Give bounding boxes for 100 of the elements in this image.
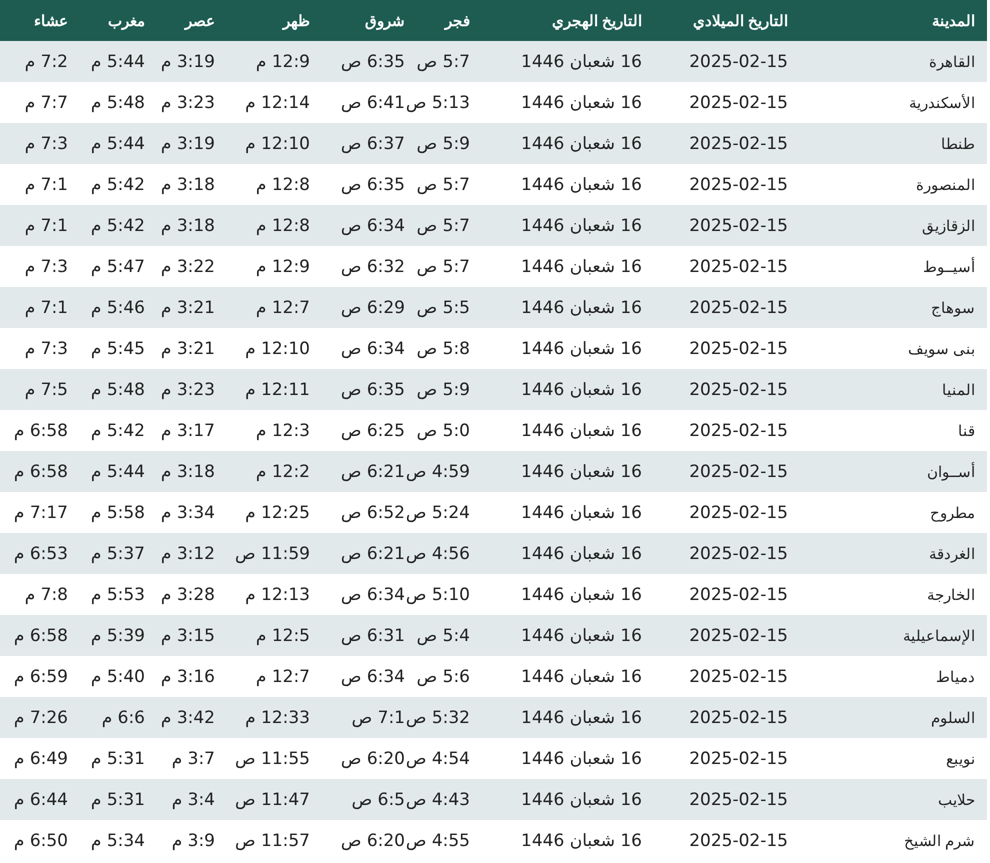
city-name: الأسكندرية: [909, 94, 975, 112]
date-cell: 2025-02-15: [689, 52, 788, 72]
prayer-time: 5:58 م: [90, 502, 145, 522]
date-cell: 2025-02-15: [689, 462, 788, 482]
date-cell: 16 شعبان 1446: [521, 830, 642, 850]
prayer-time: 11:57 ص: [235, 830, 310, 850]
prayer-time: 3:12 م: [160, 544, 215, 564]
column-header: المدينة: [800, 0, 987, 41]
prayer-time: 7:2 م: [24, 52, 68, 72]
date-cell: 16 شعبان 1446: [521, 134, 642, 154]
city-name: الغردقة: [929, 546, 975, 562]
date-cell: 2025-02-15: [689, 92, 788, 112]
prayer-time: 7:1 م: [24, 298, 68, 318]
date-cell: 16 شعبان 1446: [521, 92, 642, 112]
prayer-time: 5:9 ص: [416, 134, 470, 154]
prayer-time: 6:41 ص: [340, 92, 405, 112]
city-name: الخارجة: [927, 586, 975, 604]
prayer-time: 7:3 م: [24, 134, 68, 154]
prayer-time: 3:4 م: [172, 790, 215, 810]
city-name: طنطا: [941, 136, 975, 152]
prayer-time: 3:16 م: [160, 666, 215, 686]
date-cell: 2025-02-15: [689, 666, 788, 686]
prayer-time: 11:47 ص: [235, 790, 310, 810]
prayer-time: 6:44 م: [14, 790, 68, 810]
prayer-time: 6:21 ص: [340, 462, 405, 482]
prayer-time: 7:1 ص: [352, 708, 405, 728]
prayer-time: 5:5 ص: [416, 298, 470, 318]
prayer-time: 6:34 ص: [340, 216, 405, 236]
prayer-time: 5:8 ص: [416, 338, 470, 358]
city-name: المنيا: [942, 382, 975, 398]
prayer-time: 4:55 ص: [406, 830, 470, 850]
column-header: شروق: [322, 0, 417, 41]
column-header: مغرب: [80, 0, 157, 41]
prayer-time: 12:7 م: [256, 298, 310, 318]
prayer-time: 3:9 م: [172, 830, 215, 850]
prayer-time: 3:23 م: [160, 92, 215, 112]
date-cell: 2025-02-15: [689, 502, 788, 522]
date-cell: 16 شعبان 1446: [521, 708, 642, 728]
prayer-time: 5:47 م: [90, 256, 145, 276]
prayer-time: 4:59 ص: [406, 462, 470, 482]
prayer-time: 5:0 ص: [416, 420, 470, 440]
date-cell: 2025-02-15: [689, 544, 788, 564]
column-header: عصر: [157, 0, 227, 41]
city-name: القاهرة: [929, 54, 975, 70]
prayer-time: 5:48 م: [90, 380, 145, 400]
prayer-time: 7:3 م: [24, 256, 68, 276]
prayer-time: 5:48 م: [90, 92, 145, 112]
prayer-time: 5:7 ص: [416, 256, 470, 276]
column-header: التاريخ الميلادي: [654, 0, 800, 41]
prayer-time: 7:26 م: [14, 708, 68, 728]
column-header: فجر: [417, 0, 482, 41]
prayer-time: 7:3 م: [24, 338, 68, 358]
prayer-time: 6:58 م: [14, 626, 68, 646]
prayer-time: 5:6 ص: [416, 666, 470, 686]
prayer-time: 6:34 ص: [340, 666, 405, 686]
prayer-time: 7:1 م: [24, 174, 68, 194]
prayer-time: 12:7 م: [256, 666, 310, 686]
date-cell: 2025-02-15: [689, 708, 788, 728]
prayer-time: 6:34 ص: [340, 584, 405, 604]
date-cell: 2025-02-15: [689, 626, 788, 646]
prayer-time: 3:7 م: [172, 748, 215, 768]
prayer-time: 6:49 م: [14, 748, 68, 768]
prayer-time: 6:20 ص: [340, 830, 405, 850]
prayer-time: 6:37 ص: [340, 134, 405, 154]
date-cell: 16 شعبان 1446: [521, 380, 642, 400]
prayer-time: 5:34 م: [90, 830, 145, 850]
prayer-time: 6:59 م: [14, 666, 68, 686]
date-cell: 16 شعبان 1446: [521, 298, 642, 318]
prayer-time: 6:31 ص: [340, 626, 405, 646]
date-cell: 16 شعبان 1446: [521, 544, 642, 564]
city-name: أسيــوط: [923, 258, 975, 276]
prayer-time: 3:34 م: [160, 502, 215, 522]
prayer-time: 5:44 م: [90, 52, 145, 72]
date-cell: 2025-02-15: [689, 420, 788, 440]
date-cell: 16 شعبان 1446: [521, 52, 642, 72]
prayer-time: 6:34 ص: [340, 338, 405, 358]
prayer-time: 11:55 ص: [235, 748, 310, 768]
prayer-time: 5:7 ص: [416, 52, 470, 72]
prayer-time: 5:39 م: [90, 626, 145, 646]
prayer-time: 5:7 ص: [416, 216, 470, 236]
date-cell: 2025-02-15: [689, 380, 788, 400]
prayer-time: 5:31 م: [90, 748, 145, 768]
date-cell: 16 شعبان 1446: [521, 666, 642, 686]
prayer-time: 3:19 م: [160, 52, 215, 72]
prayer-time: 5:42 م: [90, 174, 145, 194]
date-cell: 2025-02-15: [689, 830, 788, 850]
prayer-time: 3:19 م: [160, 134, 215, 154]
prayer-time: 6:20 ص: [340, 748, 405, 768]
prayer-time: 12:2 م: [256, 462, 310, 482]
prayer-time: 3:21 م: [160, 338, 215, 358]
city-name: دمياط: [936, 668, 975, 686]
column-header: عشاء: [0, 0, 80, 41]
prayer-time: 12:5 م: [256, 626, 310, 646]
prayer-time: 3:18 م: [160, 174, 215, 194]
prayer-time: 3:18 م: [160, 216, 215, 236]
date-cell: 16 شعبان 1446: [521, 626, 642, 646]
prayer-time: 6:58 م: [14, 420, 68, 440]
prayer-time: 6:58 م: [14, 462, 68, 482]
date-cell: 2025-02-15: [689, 790, 788, 810]
date-cell: 16 شعبان 1446: [521, 790, 642, 810]
